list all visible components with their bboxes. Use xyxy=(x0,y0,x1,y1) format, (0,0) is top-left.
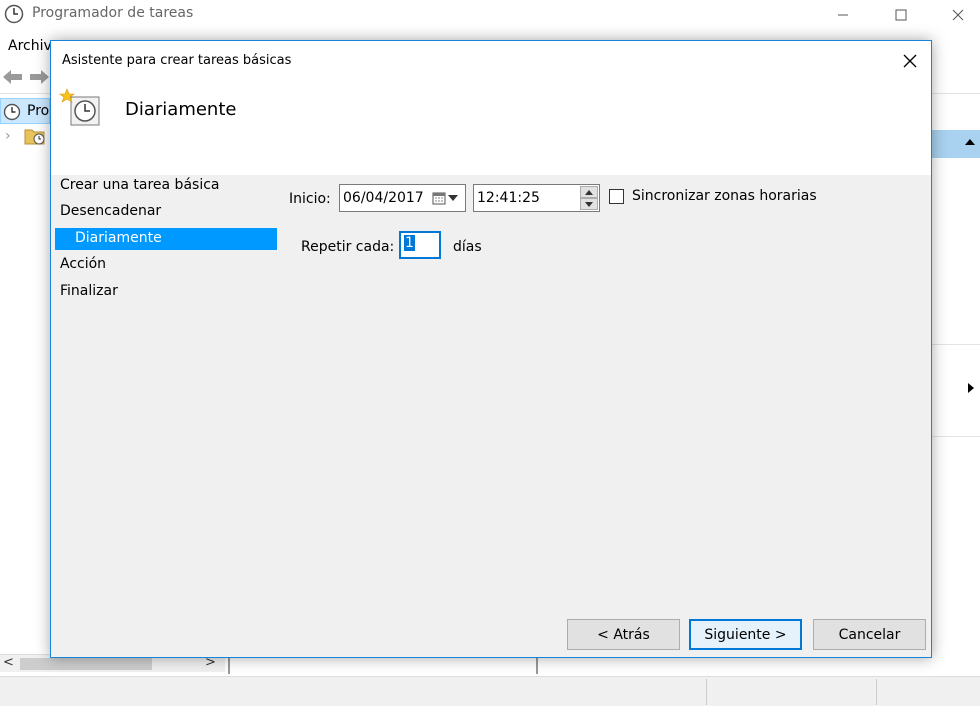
actions-panel xyxy=(930,98,980,658)
back-button[interactable]: < Atrás xyxy=(567,619,680,650)
panel-divider xyxy=(930,436,980,437)
library-folder-icon[interactable] xyxy=(24,126,46,146)
forward-arrow-icon[interactable] xyxy=(28,68,50,86)
main-window-title: Programador de tareas xyxy=(32,5,194,21)
maximize-icon xyxy=(895,9,907,21)
menu-archivo[interactable]: Archiv xyxy=(8,38,52,54)
minimize-button[interactable] xyxy=(818,0,868,30)
spin-down-icon xyxy=(585,201,593,207)
dropdown-arrow-icon[interactable] xyxy=(448,195,458,201)
start-time-spinner[interactable]: 12:41:25 xyxy=(473,184,600,212)
scroll-thumb[interactable] xyxy=(20,658,152,670)
status-separator xyxy=(706,679,707,705)
next-button[interactable]: Siguiente > xyxy=(689,619,802,650)
step-crear-tarea[interactable]: Crear una tarea básica xyxy=(55,175,277,197)
sync-timezones-label[interactable]: Sincronizar zonas horarias xyxy=(632,188,817,204)
main-titlebar: Programador de tareas xyxy=(0,0,980,30)
sync-timezones-checkbox[interactable] xyxy=(609,189,624,204)
basic-task-wizard-dialog: Asistente para crear tareas básicas Diar… xyxy=(50,40,932,658)
repeat-days-value[interactable]: 1 xyxy=(404,235,415,251)
navigation-tree: Pro › xyxy=(0,98,50,658)
inicio-label: Inicio: xyxy=(289,191,331,207)
step-diariamente[interactable]: Diariamente xyxy=(55,228,277,250)
minimize-icon xyxy=(838,14,848,16)
start-time-value[interactable]: 12:41:25 xyxy=(477,190,540,206)
page-heading: Diariamente xyxy=(125,99,237,120)
repeat-every-label: Repetir cada: xyxy=(301,239,395,255)
tree-root-label: Pro xyxy=(27,103,50,119)
step-desencadenar[interactable]: Desencadenar xyxy=(55,201,277,223)
time-increment-button[interactable] xyxy=(580,186,598,198)
panel-divider xyxy=(930,344,980,345)
dialog-header: Diariamente xyxy=(51,81,931,175)
start-date-value[interactable]: 06/04/2017 xyxy=(343,190,424,206)
time-decrement-button[interactable] xyxy=(580,198,598,210)
actions-header[interactable] xyxy=(930,130,980,158)
cancel-button[interactable]: Cancelar xyxy=(813,619,926,650)
status-bar xyxy=(0,676,980,706)
submenu-arrow-icon[interactable] xyxy=(966,382,976,394)
dialog-titlebar: Asistente para crear tareas básicas xyxy=(51,41,931,81)
close-window-button[interactable] xyxy=(933,0,980,30)
status-separator xyxy=(876,679,877,705)
step-finalizar[interactable]: Finalizar xyxy=(55,281,277,303)
new-task-clock-icon xyxy=(59,88,100,126)
clock-app-icon xyxy=(4,4,24,24)
chevron-right-icon[interactable]: › xyxy=(5,128,11,144)
close-icon xyxy=(952,9,964,21)
spin-up-icon xyxy=(585,189,593,195)
back-arrow-icon[interactable] xyxy=(2,68,24,86)
collapse-up-icon xyxy=(965,139,975,145)
scroll-left-icon[interactable]: < xyxy=(3,655,14,670)
close-icon xyxy=(903,54,917,68)
clock-icon xyxy=(3,103,21,121)
start-date-picker[interactable]: 06/04/2017 xyxy=(339,184,466,212)
calendar-icon[interactable] xyxy=(432,191,446,205)
days-unit-label: días xyxy=(453,239,482,255)
tree-root-item[interactable]: Pro xyxy=(0,98,50,124)
dialog-close-button[interactable] xyxy=(899,50,921,72)
maximize-button[interactable] xyxy=(876,0,926,30)
step-accion[interactable]: Acción xyxy=(55,254,277,276)
dialog-title: Asistente para crear tareas básicas xyxy=(62,53,292,68)
repeat-days-input[interactable]: 1 xyxy=(399,231,441,259)
